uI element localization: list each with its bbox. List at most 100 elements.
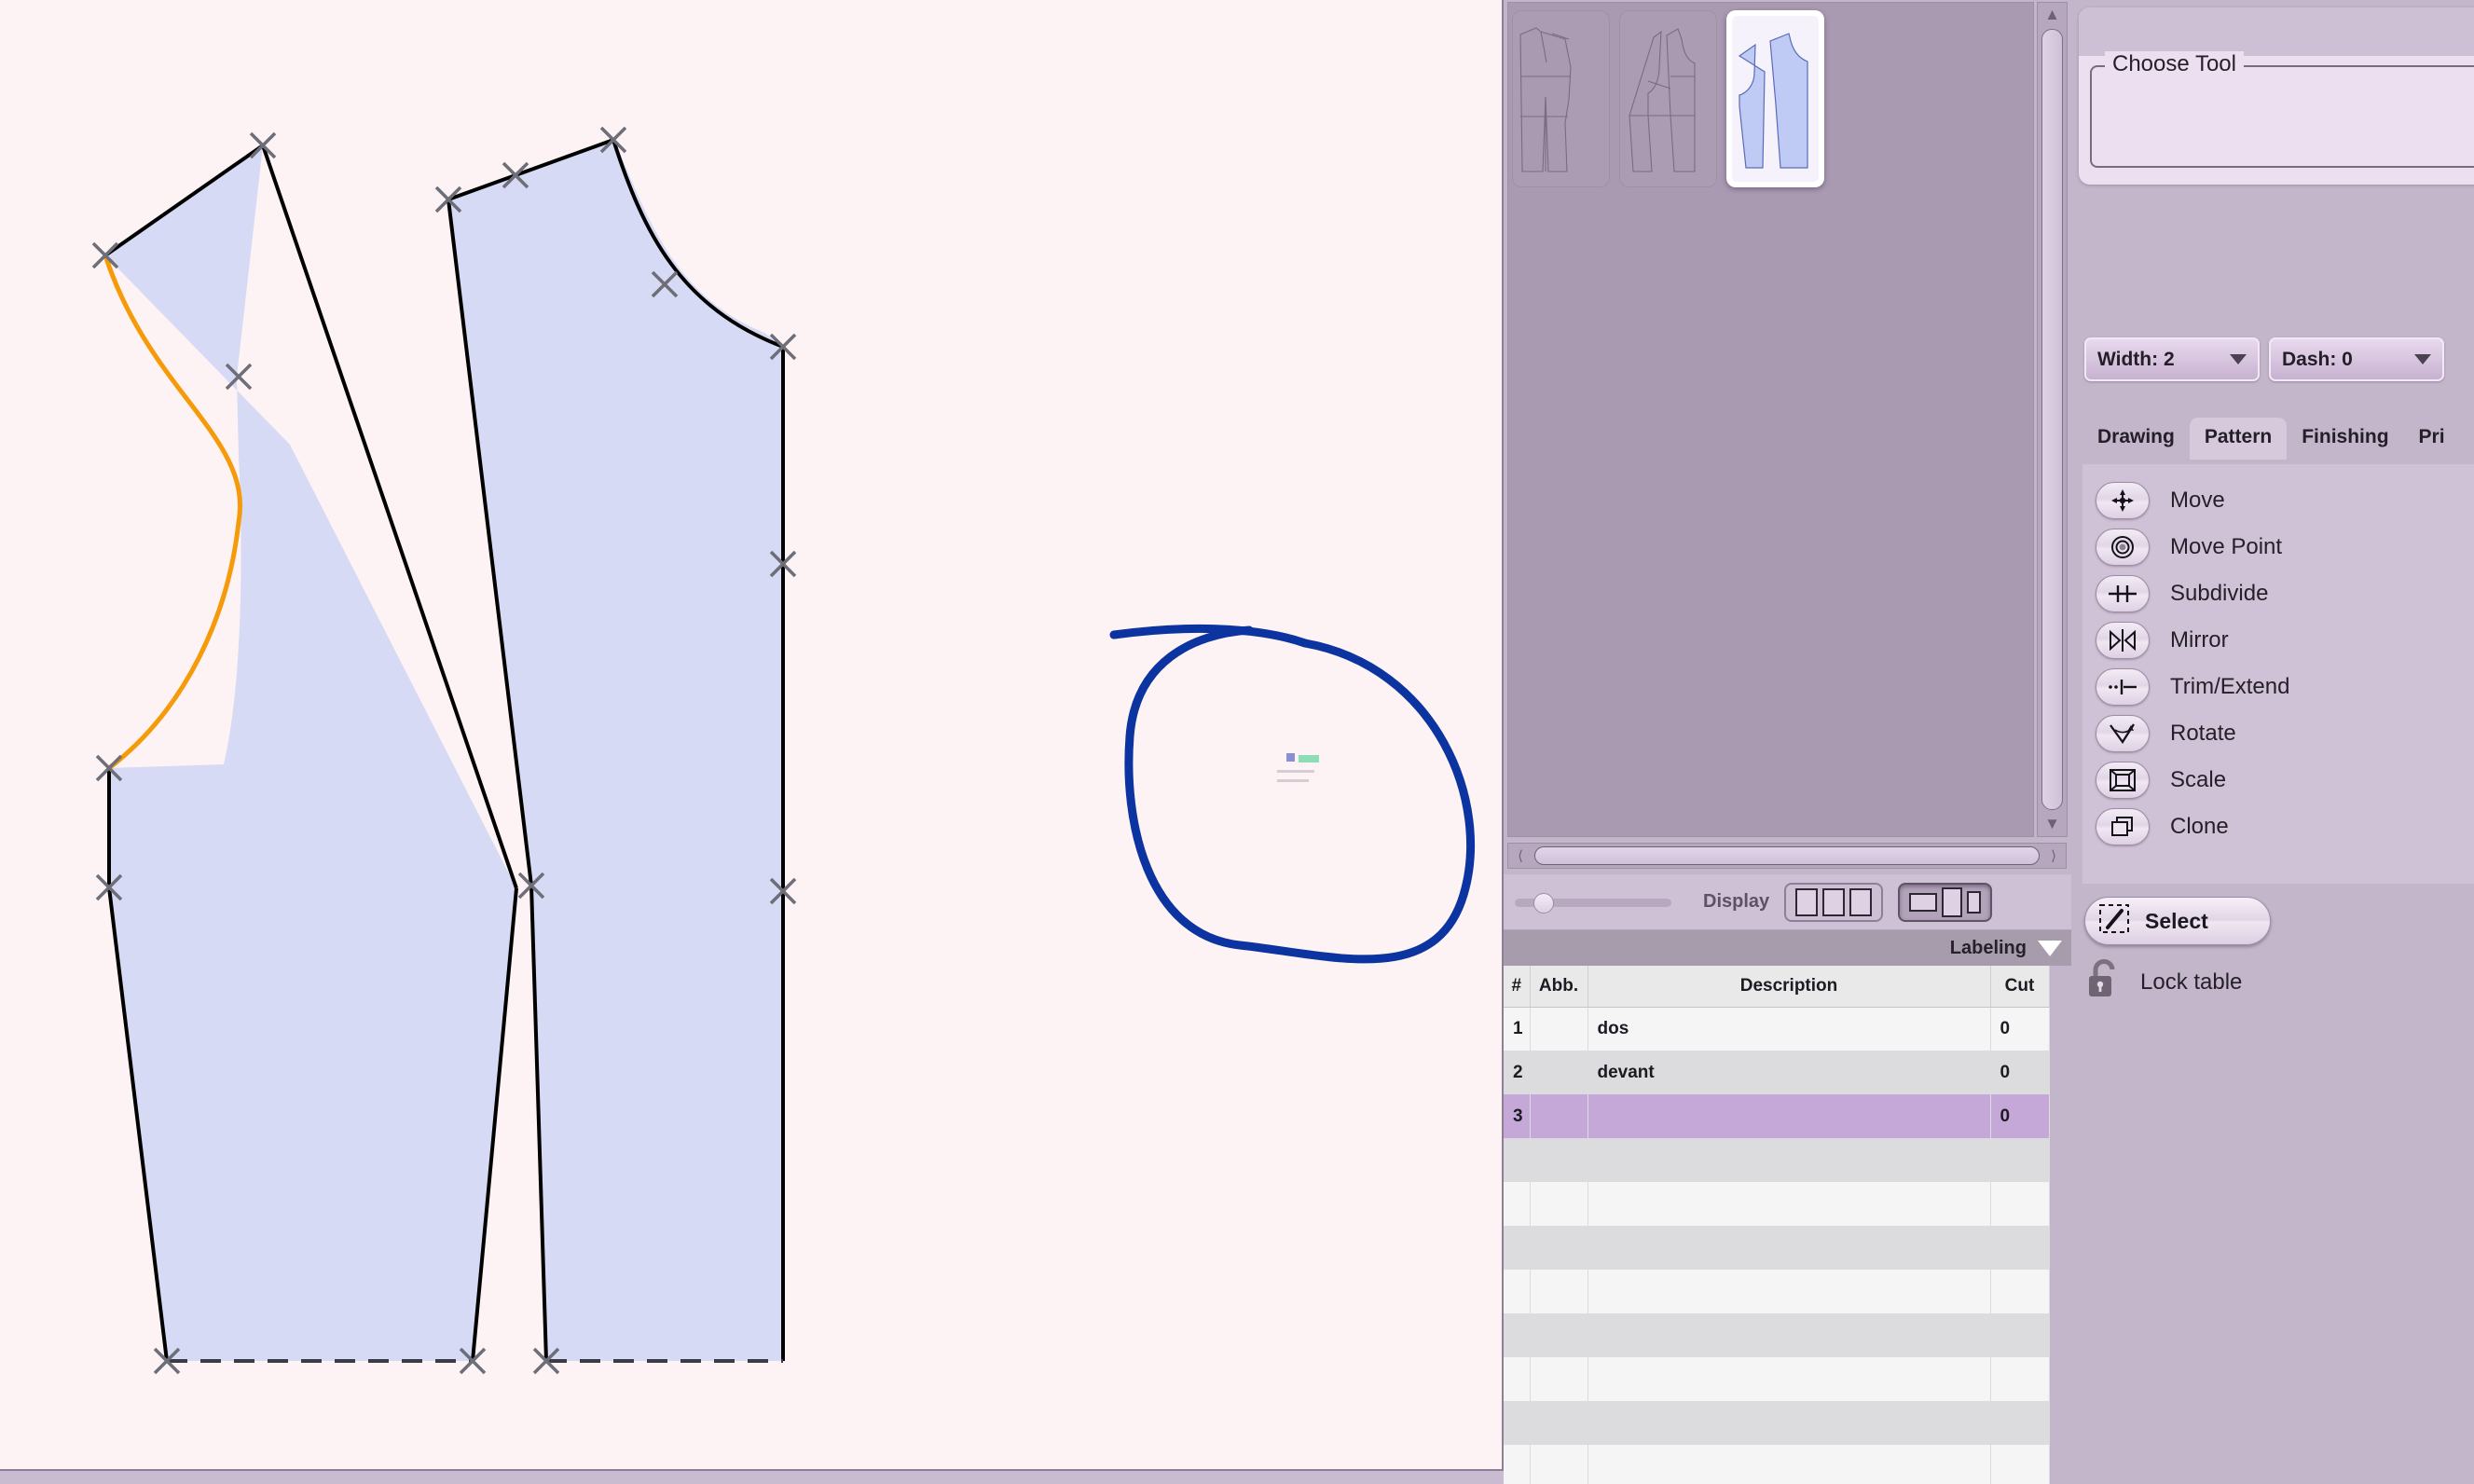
choose-tool-card: Choose Tool [2079,7,2474,185]
tab-pattern[interactable]: Pattern [2189,418,2288,460]
tool-label: Mirror [2170,627,2229,653]
lock-table-label: Lock table [2140,969,2243,995]
cell-num[interactable]: 2 [1504,1051,1531,1094]
pattern-piece-front[interactable] [447,138,785,1363]
cell-abb[interactable] [1530,1007,1588,1051]
marquee-select-icon [2098,903,2132,940]
display-toolbar: Display [1504,874,2071,930]
cell-num[interactable]: 3 [1504,1094,1531,1138]
cell-desc[interactable]: dos [1587,1007,1991,1051]
tool-subdivide[interactable]: Subdivide [2096,570,2474,617]
tool-mirror[interactable]: Mirror [2096,617,2474,664]
dash-dropdown[interactable]: Dash: 0 [2269,337,2444,381]
tool-rotate[interactable]: Rotate [2096,710,2474,757]
tool-label: Move [2170,488,2225,513]
tool-trim-extend[interactable]: Trim/Extend [2096,664,2474,710]
column-header-abb[interactable]: Abb. [1530,966,1588,1008]
tool-move-point[interactable]: Move Point [2096,524,2474,570]
table-row[interactable]: 1 dos 0 [1504,1007,2050,1051]
cell-cut[interactable]: 0 [1990,1007,2050,1051]
chevron-down-icon [2230,354,2247,364]
tab-drawing[interactable]: Drawing [2082,418,2190,460]
table-row[interactable]: 2 devant 0 [1504,1051,2050,1094]
thumbnail-strip [1512,10,1824,187]
tool-label: Subdivide [2170,581,2269,606]
tool-list: Move Move Point Subdivide Mirror Trim/Ex… [2082,464,2474,884]
cell-abb[interactable] [1530,1094,1588,1138]
cell-desc[interactable]: devant [1587,1051,1991,1094]
column-header-desc[interactable]: Description [1587,966,1991,1008]
pattern-canvas[interactable] [0,0,1504,1471]
thumbnail-2[interactable] [1619,10,1717,187]
scale-nested-square-icon [2096,762,2150,799]
hand-drawn-sketch[interactable] [1109,624,1475,964]
cell-cut[interactable]: 0 [1990,1051,2050,1094]
canvas-drawing[interactable] [0,0,1504,1471]
table-row-empty[interactable] [1504,1401,2050,1445]
thumbnail-3[interactable] [1726,10,1824,187]
select-button[interactable]: Select [2084,897,2271,945]
thumbnail-horizontal-scrollbar[interactable]: ⟨ ⟩ [1507,843,2067,869]
table-row-empty[interactable] [1504,1182,2050,1226]
lock-table-control[interactable]: Lock table [2084,958,2242,1006]
cell-cut[interactable]: 0 [1990,1094,2050,1138]
tool-sidebar: Choose Tool Width: 2 Dash: 0 Drawing Pat… [2071,0,2474,1484]
tool-label: Clone [2170,814,2229,839]
labeling-table[interactable]: # Abb. Description Cut 1 dos 0 2 devant [1504,966,2050,1484]
table-row-empty[interactable] [1504,1313,2050,1357]
vertical-scroll-thumb[interactable] [2041,29,2063,810]
tool-label: Trim/Extend [2170,674,2290,699]
table-row-selected[interactable]: 3 0 [1504,1094,2050,1138]
scroll-left-icon[interactable]: ⟨ [1508,847,1533,864]
labeling-section-header[interactable]: Labeling [1504,930,2071,966]
pattern-piece-back[interactable] [103,144,518,1363]
width-dropdown[interactable]: Width: 2 [2084,337,2260,381]
scroll-up-icon[interactable]: ▲ [2038,3,2067,27]
mirror-triangles-icon [2096,622,2150,659]
tab-finishing[interactable]: Finishing [2287,418,2403,460]
display-mode-three-equal-button[interactable] [1784,882,1884,922]
tool-label: Rotate [2170,721,2236,746]
table-row-empty[interactable] [1504,1357,2050,1401]
zoom-slider-knob[interactable] [1533,892,1554,914]
clone-stacked-squares-icon [2096,808,2150,845]
scroll-down-icon[interactable]: ▼ [2038,812,2067,836]
display-mode-mixed-button[interactable] [1898,882,1993,922]
move-arrows-icon [2096,482,2150,519]
open-padlock-icon[interactable] [2084,958,2124,1006]
table-row-empty[interactable] [1504,1270,2050,1313]
chevron-down-icon[interactable] [2038,940,2062,956]
thumbnail-vertical-scrollbar[interactable]: ▲ ▼ [2037,2,2068,837]
horizontal-scroll-thumb[interactable] [1534,846,2040,865]
display-label: Display [1703,891,1770,912]
tab-printing[interactable]: Pri [2404,418,2460,460]
application-window: ▲ ▼ ⟨ ⟩ Display Labeling # Abb. Descript… [0,0,2474,1484]
thumbnail-1[interactable] [1512,10,1610,187]
choose-tool-fieldset: Choose Tool [2090,51,2474,168]
column-header-cut[interactable]: Cut [1990,966,2050,1008]
cell-abb[interactable] [1530,1051,1588,1094]
table-row-empty[interactable] [1504,1138,2050,1182]
rotate-angle-icon [2096,715,2150,752]
column-header-num[interactable]: # [1504,966,1531,1008]
width-dropdown-label: Width: 2 [2097,348,2175,370]
dash-dropdown-label: Dash: 0 [2282,348,2353,370]
tool-scale[interactable]: Scale [2096,757,2474,804]
tool-label: Scale [2170,767,2227,792]
card-top-strip [2079,7,2474,56]
scroll-right-icon[interactable]: ⟩ [2041,847,2066,864]
thumbnail-3-inner [1732,16,1819,182]
table-header-row: # Abb. Description Cut [1504,966,2050,1008]
choose-tool-legend: Choose Tool [2105,51,2244,77]
table-row-empty[interactable] [1504,1445,2050,1484]
zoom-slider[interactable] [1515,892,1671,914]
cell-desc[interactable] [1587,1094,1991,1138]
subdivide-icon [2096,575,2150,612]
tool-move[interactable]: Move [2096,477,2474,524]
tool-clone[interactable]: Clone [2096,804,2474,850]
tool-tabs: Drawing Pattern Finishing Pri [2082,418,2460,460]
table-row-empty[interactable] [1504,1226,2050,1270]
concentric-circles-icon [2096,529,2150,566]
thumbnail-viewport[interactable] [1507,2,2034,837]
cell-num[interactable]: 1 [1504,1007,1531,1051]
